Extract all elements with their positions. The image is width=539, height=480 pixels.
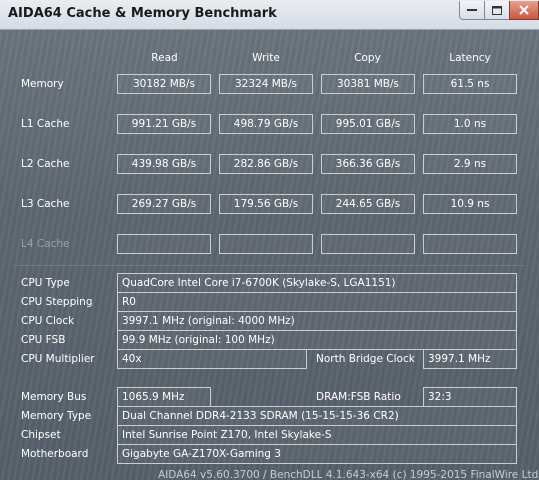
memory-type-label: Memory Type <box>21 410 92 422</box>
memory-write-value: 32324 MB/s <box>219 74 313 94</box>
cpu-stepping-value: R0 <box>117 292 517 312</box>
l3-write-value: 179.56 GB/s <box>219 194 313 214</box>
motherboard-label: Motherboard <box>21 448 89 460</box>
l1-read-value: 991.21 GB/s <box>117 114 211 134</box>
chipset-label: Chipset <box>21 429 61 441</box>
column-header-latency: Latency <box>449 52 491 64</box>
version-footer: AIDA64 v5.60.3700 / BenchDLL 4.1.643-x64… <box>158 469 539 480</box>
memory-bus-value: 1065.9 MHz <box>117 387 211 407</box>
l4-latency-value <box>423 234 517 254</box>
l4-copy-value <box>321 234 415 254</box>
l2-copy-value: 366.36 GB/s <box>321 154 415 174</box>
dram-fsb-ratio-value: 32:3 <box>423 387 517 407</box>
l1-write-value: 498.79 GB/s <box>219 114 313 134</box>
maximize-icon <box>492 5 502 15</box>
row-label-l2-cache: L2 Cache <box>21 158 70 170</box>
cpu-fsb-label: CPU FSB <box>21 334 66 346</box>
maximize-button[interactable] <box>484 1 510 20</box>
row-label-l4-cache: L4 Cache <box>21 238 70 250</box>
cpu-stepping-label: CPU Stepping <box>21 296 93 308</box>
motherboard-value: Gigabyte GA-Z170X-Gaming 3 <box>117 444 517 464</box>
window-title: AIDA64 Cache & Memory Benchmark <box>8 6 277 21</box>
cpu-multiplier-value: 40x <box>117 349 307 369</box>
chipset-value: Intel Sunrise Point Z170, Intel Skylake-… <box>117 425 517 445</box>
minimize-icon <box>467 9 477 11</box>
cpu-clock-label: CPU Clock <box>21 315 75 327</box>
l1-latency-value: 1.0 ns <box>423 114 517 134</box>
title-bar[interactable]: AIDA64 Cache & Memory Benchmark <box>0 0 539 30</box>
l2-read-value: 439.98 GB/s <box>117 154 211 174</box>
memory-copy-value: 30381 MB/s <box>321 74 415 94</box>
row-label-memory: Memory <box>21 78 64 90</box>
column-header-read: Read <box>151 52 178 64</box>
column-header-copy: Copy <box>354 52 381 64</box>
l3-copy-value: 244.65 GB/s <box>321 194 415 214</box>
row-label-l3-cache: L3 Cache <box>21 198 70 210</box>
l1-copy-value: 995.01 GB/s <box>321 114 415 134</box>
dram-fsb-ratio-label: DRAM:FSB Ratio <box>316 391 401 403</box>
memory-read-value: 30182 MB/s <box>117 74 211 94</box>
memory-latency-value: 61.5 ns <box>423 74 517 94</box>
l3-read-value: 269.27 GB/s <box>117 194 211 214</box>
memory-bus-label: Memory Bus <box>21 391 87 403</box>
cpu-type-label: CPU Type <box>21 277 70 289</box>
l4-read-value <box>117 234 211 254</box>
close-icon <box>519 5 529 15</box>
column-header-write: Write <box>252 52 280 64</box>
l4-write-value <box>219 234 313 254</box>
benchmark-window: AIDA64 Cache & Memory Benchmark Read Wri… <box>0 0 539 480</box>
cpu-clock-value: 3997.1 MHz (original: 4000 MHz) <box>117 311 517 331</box>
north-bridge-clock-label: North Bridge Clock <box>316 353 415 365</box>
l2-latency-value: 2.9 ns <box>423 154 517 174</box>
section-divider <box>13 265 525 266</box>
memory-type-value: Dual Channel DDR4-2133 SDRAM (15-15-15-3… <box>117 406 517 426</box>
minimize-button[interactable] <box>459 1 485 20</box>
close-button[interactable] <box>509 1 539 20</box>
l3-latency-value: 10.9 ns <box>423 194 517 214</box>
cpu-multiplier-label: CPU Multiplier <box>21 353 95 365</box>
row-label-l1-cache: L1 Cache <box>21 118 70 130</box>
l2-write-value: 282.86 GB/s <box>219 154 313 174</box>
cpu-fsb-value: 99.9 MHz (original: 100 MHz) <box>117 330 517 350</box>
north-bridge-clock-value: 3997.1 MHz <box>423 349 517 369</box>
cpu-type-value: QuadCore Intel Core i7-6700K (Skylake-S,… <box>117 273 517 293</box>
